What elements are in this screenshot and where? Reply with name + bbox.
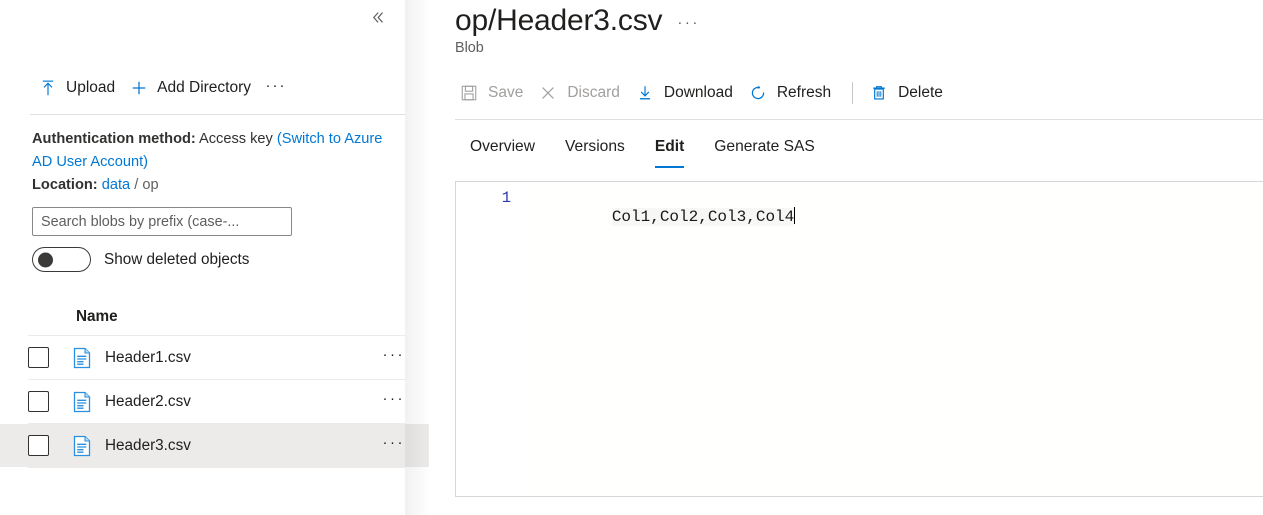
blob-name: Header2.csv [105, 392, 191, 410]
app-root: Upload Add Directory ··· Authentication … [0, 0, 1263, 515]
location-current: op [142, 177, 159, 193]
search-input[interactable] [32, 207, 292, 236]
csv-file-icon [72, 347, 92, 369]
editor-content[interactable]: Col1,Col2,Col3,Col4 [522, 182, 1263, 496]
trash-bin-icon [869, 83, 889, 103]
upload-label: Upload [66, 79, 116, 96]
plus-icon [129, 79, 148, 98]
discard-label: Discard [567, 84, 620, 101]
save-label: Save [488, 84, 524, 101]
table-row[interactable]: Header3.csv ··· [0, 424, 429, 467]
tab-versions[interactable]: Versions [550, 129, 640, 168]
search-wrapper [0, 197, 429, 236]
detail-toolbar-divider [455, 119, 1263, 120]
add-directory-button[interactable]: Add Directory [125, 75, 261, 102]
refresh-button[interactable]: Refresh [744, 78, 842, 108]
detail-toolbar: Save Discard Download Refresh Delete [455, 78, 1263, 108]
row-more-button[interactable]: ··· [383, 390, 406, 414]
text-caret [794, 207, 796, 224]
chevron-double-left-icon[interactable] [365, 4, 391, 30]
toggle-knob [38, 252, 53, 267]
tab-edit[interactable]: Edit [640, 129, 699, 168]
toolbar-separator [852, 82, 854, 104]
blob-detail-panel: op/Header3.csv ··· Blob Save Discard Dow… [429, 0, 1263, 515]
auth-method-value: Access key [199, 131, 273, 147]
upload-button[interactable]: Upload [34, 75, 125, 102]
refresh-circle-icon [748, 83, 768, 103]
download-button[interactable]: Download [631, 78, 744, 108]
table-row[interactable]: Header1.csv ··· [0, 336, 429, 379]
page-title: op/Header3.csv [455, 4, 663, 37]
location-label: Location: [32, 177, 98, 193]
location-root-link[interactable]: data [102, 177, 130, 193]
title-more-button[interactable]: ··· [677, 14, 700, 31]
blob-toolbar-more-button[interactable]: ··· [261, 74, 291, 102]
blob-name: Header1.csv [105, 348, 191, 366]
show-deleted-toggle[interactable] [32, 247, 91, 272]
blob-name: Header3.csv [105, 436, 191, 454]
editor-line-1: Col1,Col2,Col3,Col4 [611, 208, 795, 226]
blob-toolbar: Upload Add Directory ··· [0, 62, 429, 114]
refresh-label: Refresh [776, 84, 832, 101]
download-arrow-icon [635, 83, 655, 103]
csv-file-icon [72, 391, 92, 413]
detail-title-row: op/Header3.csv ··· [455, 0, 1263, 42]
blob-list: Header1.csv ··· Header2.csv ··· Header3.csv ·… [0, 335, 429, 468]
add-directory-label: Add Directory [157, 79, 252, 96]
detail-tabs: Overview Versions Edit Generate SAS [455, 129, 1263, 168]
location-line: Location: data / op [32, 174, 401, 197]
collapse-row [0, 0, 429, 34]
upload-arrow-icon [38, 79, 57, 98]
blob-meta: Authentication method: Access key (Switc… [0, 115, 429, 197]
discard-button[interactable]: Discard [534, 78, 631, 108]
editor-gutter: 1 [456, 182, 522, 496]
download-label: Download [663, 84, 733, 101]
delete-label: Delete [898, 84, 943, 101]
row-checkbox[interactable] [28, 435, 49, 456]
show-deleted-row: Show deleted objects [0, 236, 429, 272]
row-checkbox[interactable] [28, 391, 49, 412]
row-more-button[interactable]: ··· [383, 434, 406, 458]
csv-file-icon [72, 435, 92, 457]
tab-overview[interactable]: Overview [455, 129, 550, 168]
chevron-double-left-glyph [372, 11, 383, 23]
auth-method-line: Authentication method: Access key (Switc… [32, 128, 401, 174]
show-deleted-label: Show deleted objects [104, 250, 250, 268]
row-checkbox[interactable] [28, 347, 49, 368]
auth-method-label: Authentication method: [32, 131, 196, 147]
delete-button[interactable]: Delete [865, 78, 954, 108]
line-number: 1 [501, 189, 511, 207]
blob-list-panel: Upload Add Directory ··· Authentication … [0, 0, 429, 515]
close-x-icon [538, 83, 558, 103]
save-disk-icon [459, 83, 479, 103]
save-button[interactable]: Save [455, 78, 534, 108]
page-subtitle: Blob [455, 40, 484, 56]
location-separator: / [134, 177, 139, 193]
name-column-header: Name [76, 308, 118, 325]
code-editor[interactable]: 1 Col1,Col2,Col3,Col4 [455, 181, 1263, 497]
row-divider [28, 467, 405, 468]
tab-generate-sas[interactable]: Generate SAS [699, 129, 830, 168]
table-row[interactable]: Header2.csv ··· [0, 380, 429, 423]
row-more-button[interactable]: ··· [383, 346, 406, 370]
